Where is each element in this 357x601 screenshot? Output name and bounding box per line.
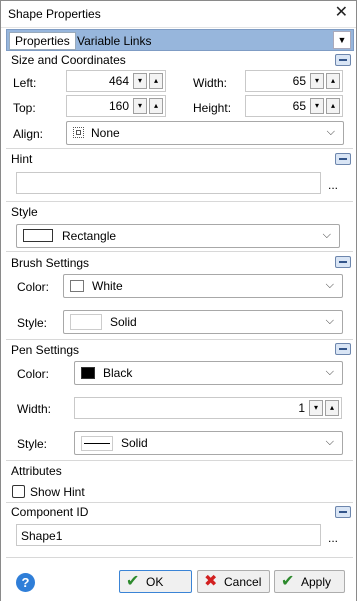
align-label: Align:: [13, 127, 44, 141]
pen-color-label: Color:: [17, 367, 50, 381]
section-brush-settings: Brush Settings: [11, 256, 90, 270]
tab-dropdown-icon[interactable]: ▼: [333, 31, 351, 49]
tab-variable-links[interactable]: Variable Links: [77, 33, 151, 49]
left-value: 464: [108, 74, 129, 88]
height-down-icon[interactable]: ▾: [310, 98, 324, 114]
width-down-icon[interactable]: ▾: [310, 73, 324, 89]
section-pen-settings: Pen Settings: [11, 343, 80, 357]
section-hint: Hint: [11, 152, 33, 166]
cross-icon: ✖: [204, 573, 218, 590]
chevron-down-icon: ⌵: [325, 315, 334, 327]
height-input[interactable]: 65 ▾ ▴: [245, 95, 343, 117]
component-id-input[interactable]: Shape1: [16, 524, 321, 546]
cancel-button[interactable]: ✖ Cancel: [197, 570, 270, 593]
brush-color-label: Color:: [17, 280, 50, 294]
divider: [6, 201, 353, 202]
help-icon[interactable]: ?: [16, 573, 35, 592]
rectangle-shape-icon: [23, 229, 53, 242]
hint-browse-button[interactable]: ...: [328, 178, 338, 192]
brush-style-select[interactable]: Solid ⌵: [63, 310, 343, 334]
left-down-icon[interactable]: ▾: [133, 73, 147, 89]
component-id-browse-button[interactable]: ...: [328, 531, 338, 545]
pen-width-input[interactable]: 1 ▾ ▴: [74, 397, 342, 419]
pen-style-value: Solid: [121, 436, 148, 450]
chevron-down-icon: ⌵: [325, 279, 334, 291]
double-check-icon: ✔: [281, 573, 295, 590]
collapse-size-icon[interactable]: [335, 54, 351, 66]
pen-width-value: 1: [298, 401, 305, 415]
pen-color-select[interactable]: Black ⌵: [74, 361, 343, 385]
show-hint-checkbox[interactable]: [12, 485, 25, 498]
align-none-icon: [73, 127, 84, 138]
align-select[interactable]: None ⌵: [66, 121, 344, 145]
close-icon[interactable]: ✕: [335, 4, 348, 22]
align-value: None: [91, 126, 120, 140]
component-id-value: Shape1: [21, 529, 63, 543]
section-style: Style: [11, 205, 38, 219]
section-size-coordinates: Size and Coordinates: [11, 53, 126, 67]
apply-button[interactable]: ✔ Apply: [274, 570, 345, 593]
tab-properties[interactable]: Properties: [9, 32, 76, 50]
ok-label: OK: [146, 575, 164, 589]
divider: [6, 557, 353, 558]
pen-width-label: Width:: [17, 402, 52, 416]
pen-width-up-icon[interactable]: ▴: [325, 400, 339, 416]
shape-properties-dialog: Shape Properties ✕ Properties Variable L…: [0, 0, 357, 601]
collapse-pen-icon[interactable]: [335, 343, 351, 355]
brush-color-swatch: [70, 280, 84, 292]
dialog-footer: ? ✔ OK ✖ Cancel ✔ Apply: [1, 561, 356, 601]
width-input[interactable]: 65 ▾ ▴: [245, 70, 343, 92]
top-down-icon[interactable]: ▾: [133, 98, 147, 114]
pen-style-select[interactable]: Solid ⌵: [74, 431, 343, 455]
divider: [6, 251, 353, 252]
pen-width-down-icon[interactable]: ▾: [309, 400, 323, 416]
left-input[interactable]: 464 ▾ ▴: [66, 70, 166, 92]
brush-style-swatch: [70, 314, 102, 330]
collapse-component-icon[interactable]: [335, 506, 351, 518]
top-input[interactable]: 160 ▾ ▴: [66, 95, 166, 117]
cancel-label: Cancel: [224, 575, 262, 589]
left-up-icon[interactable]: ▴: [149, 73, 163, 89]
left-label: Left:: [13, 76, 37, 90]
height-up-icon[interactable]: ▴: [326, 98, 340, 114]
width-label: Width:: [193, 76, 228, 90]
pen-color-value: Black: [103, 366, 133, 380]
brush-color-value: White: [92, 279, 123, 293]
chevron-down-icon: ⌵: [325, 436, 334, 448]
style-value: Rectangle: [62, 229, 117, 243]
ok-button[interactable]: ✔ OK: [119, 570, 192, 593]
chevron-down-icon: ⌵: [322, 229, 331, 241]
title-bar: Shape Properties ✕: [1, 1, 356, 28]
divider: [6, 460, 353, 461]
brush-style-value: Solid: [110, 315, 137, 329]
divider: [6, 502, 353, 503]
top-up-icon[interactable]: ▴: [149, 98, 163, 114]
check-icon: ✔: [126, 573, 140, 590]
pen-color-swatch: [81, 367, 95, 379]
chevron-down-icon: ⌵: [326, 126, 335, 138]
section-attributes: Attributes: [11, 464, 62, 478]
collapse-brush-icon[interactable]: [335, 256, 351, 268]
divider: [6, 339, 353, 340]
divider: [6, 148, 353, 149]
pen-style-label: Style:: [17, 437, 48, 451]
chevron-down-icon: ⌵: [325, 366, 334, 378]
tab-bar: Properties Variable Links ▼: [6, 29, 354, 51]
hint-input[interactable]: [16, 172, 321, 194]
height-label: Height:: [193, 101, 232, 115]
brush-style-label: Style:: [17, 316, 48, 330]
pen-style-swatch: [81, 436, 113, 451]
top-value: 160: [108, 99, 129, 113]
dialog-title: Shape Properties: [8, 7, 101, 21]
style-select[interactable]: Rectangle ⌵: [16, 224, 340, 248]
brush-color-select[interactable]: White ⌵: [63, 274, 343, 298]
show-hint-label: Show Hint: [30, 485, 85, 499]
width-up-icon[interactable]: ▴: [326, 73, 340, 89]
height-value: 65: [292, 99, 306, 113]
top-label: Top:: [13, 101, 36, 115]
collapse-hint-icon[interactable]: [335, 153, 351, 165]
apply-label: Apply: [301, 575, 332, 589]
section-component-id: Component ID: [11, 505, 89, 519]
width-value: 65: [292, 74, 306, 88]
